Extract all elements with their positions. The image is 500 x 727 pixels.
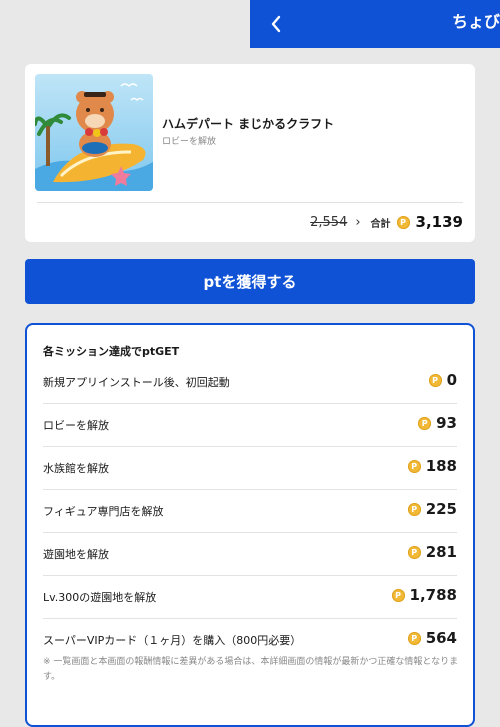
back-button[interactable] bbox=[264, 12, 288, 36]
mission-list-panel: 各ミッション達成でptGET 新規アプリインストール後、初回起動 P 0 ロビー… bbox=[25, 323, 475, 727]
header-title: ちょびリッチアプリ bbox=[452, 12, 500, 31]
mission-label: 新規アプリインストール後、初回起動 bbox=[43, 376, 230, 389]
mission-row: 水族館を解放 P 188 bbox=[43, 446, 457, 490]
mission-reward: P 564 bbox=[407, 629, 457, 647]
mission-label: ロビーを解放 bbox=[43, 419, 109, 432]
mission-row: Lv.300の遊園地を解放 P 1,788 bbox=[43, 575, 457, 619]
mission-label: 水族館を解放 bbox=[43, 462, 109, 475]
mission-reward: P 93 bbox=[418, 414, 457, 432]
mission-label: Lv.300の遊園地を解放 bbox=[43, 591, 157, 604]
mission-row: フィギュア専門店を解放 P 225 bbox=[43, 489, 457, 533]
mission-points: 93 bbox=[436, 414, 457, 432]
app-condition: ロビーを解放 bbox=[162, 137, 217, 147]
disclaimer-note: ※ 一覧画面と本画面の報酬情報に差異がある場合は、本詳細画面の情報が最新かつ正確… bbox=[43, 657, 459, 682]
get-points-button[interactable]: ptを獲得する bbox=[25, 259, 475, 304]
app-card[interactable]: ハムデパート まじかるクラフト ロビーを解放 2,554 › 合計 P 3,13… bbox=[25, 64, 475, 242]
coin-icon: P bbox=[407, 545, 421, 559]
mission-points: 564 bbox=[425, 629, 457, 647]
card-divider bbox=[37, 202, 463, 203]
mission-row: 遊園地を解放 P 281 bbox=[43, 532, 457, 576]
mission-reward: P 225 bbox=[407, 500, 457, 518]
coin-icon: P bbox=[407, 631, 421, 645]
mission-reward: P 0 bbox=[428, 371, 457, 389]
mission-points: 281 bbox=[425, 543, 457, 561]
coin-icon: P bbox=[418, 416, 432, 430]
mission-heading: 各ミッション達成でptGET bbox=[43, 345, 180, 358]
coin-icon: P bbox=[407, 502, 421, 516]
mission-reward: P 188 bbox=[407, 457, 457, 475]
chevron-right-icon: › bbox=[355, 214, 361, 230]
mission-label: フィギュア専門店を解放 bbox=[43, 505, 164, 518]
total-label: 合計 bbox=[370, 218, 391, 230]
mission-reward: P 281 bbox=[407, 543, 457, 561]
mission-points: 225 bbox=[425, 500, 457, 518]
mission-reward: P 1,788 bbox=[391, 586, 457, 604]
app-thumbnail-illustration bbox=[35, 74, 153, 191]
old-points: 2,554 bbox=[310, 214, 348, 230]
coin-icon: P bbox=[391, 588, 405, 602]
coin-icon: P bbox=[407, 459, 421, 473]
mission-points: 0 bbox=[446, 371, 457, 389]
mission-label: 遊園地を解放 bbox=[43, 548, 109, 561]
points-summary: 2,554 › 合計 P 3,139 bbox=[310, 211, 463, 233]
chevron-left-icon bbox=[271, 15, 281, 33]
total-points: 3,139 bbox=[415, 213, 463, 231]
mission-label: スーパーVIPカード（１ヶ月）を購入（800円必要） bbox=[43, 634, 302, 647]
mission-row: ロビーを解放 P 93 bbox=[43, 403, 457, 447]
mission-points: 188 bbox=[425, 457, 457, 475]
header-bar: ちょびリッチアプリ bbox=[250, 0, 500, 48]
mission-points: 1,788 bbox=[409, 586, 457, 604]
coin-icon: P bbox=[428, 373, 442, 387]
mission-row: 新規アプリインストール後、初回起動 P 0 bbox=[43, 360, 457, 404]
app-thumbnail bbox=[35, 74, 153, 191]
app-name: ハムデパート まじかるクラフト bbox=[162, 117, 335, 131]
coin-icon: P bbox=[396, 215, 410, 229]
